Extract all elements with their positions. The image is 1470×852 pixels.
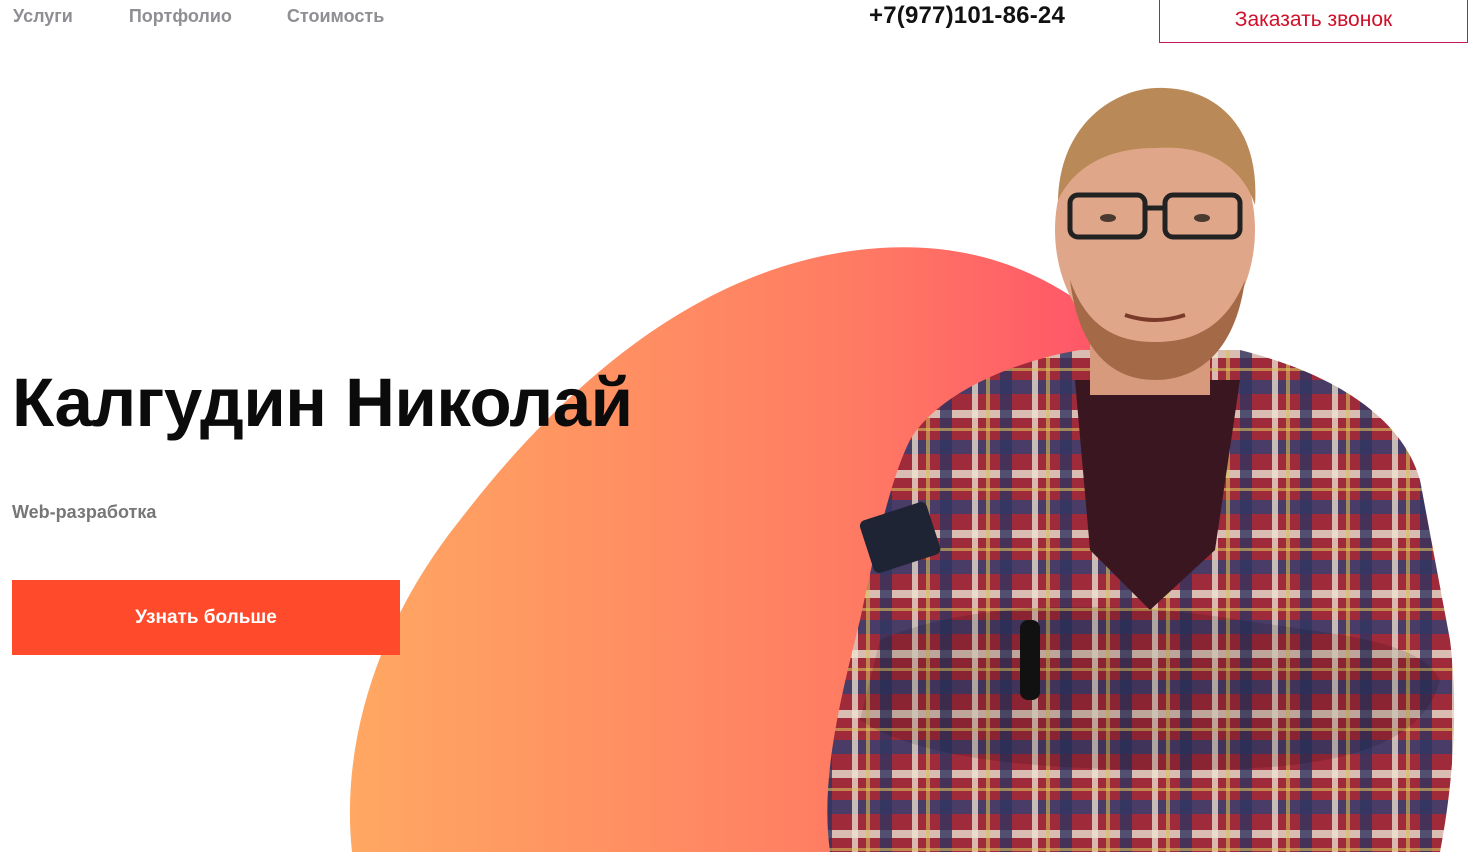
- page: Услуги Портфолио Стоимость +7(977)101-86…: [0, 0, 1470, 852]
- nav-link-services[interactable]: Услуги: [13, 5, 73, 27]
- learn-more-button[interactable]: Узнать больше: [12, 580, 400, 655]
- order-call-button[interactable]: Заказать звонок: [1159, 0, 1468, 43]
- portrait-photo: [827, 87, 1455, 852]
- main-nav: Услуги Портфолио Стоимость: [13, 5, 384, 27]
- hero-subtitle: Web-разработка: [12, 502, 157, 522]
- nav-link-pricing[interactable]: Стоимость: [287, 5, 384, 27]
- hero-title: Калгудин Николай: [12, 364, 633, 441]
- phone-link[interactable]: +7(977)101-86-24: [869, 1, 1065, 31]
- nav-link-portfolio[interactable]: Портфолио: [129, 5, 232, 27]
